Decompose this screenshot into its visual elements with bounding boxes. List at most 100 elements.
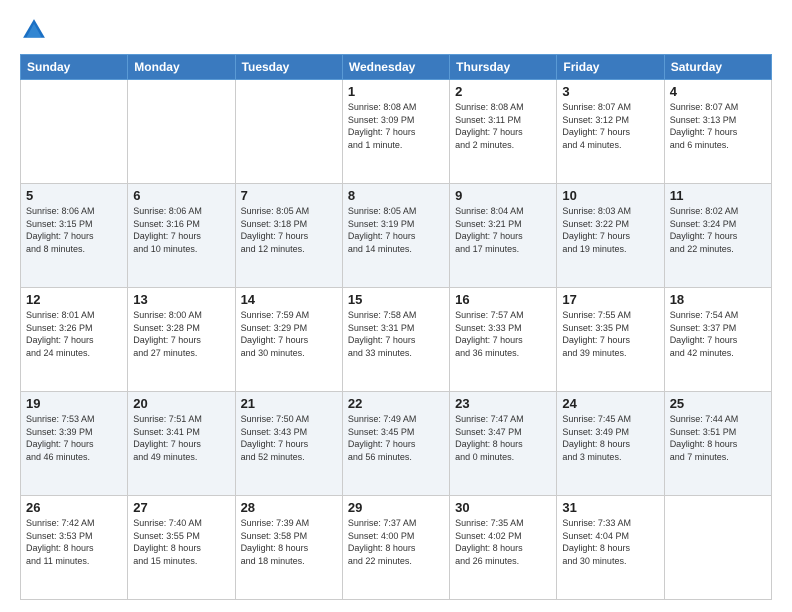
day-number: 29 xyxy=(348,500,444,515)
day-info: Sunrise: 7:55 AM Sunset: 3:35 PM Dayligh… xyxy=(562,309,658,359)
header-cell-monday: Monday xyxy=(128,55,235,80)
day-number: 13 xyxy=(133,292,229,307)
header xyxy=(20,16,772,44)
day-number: 11 xyxy=(670,188,766,203)
day-info: Sunrise: 7:53 AM Sunset: 3:39 PM Dayligh… xyxy=(26,413,122,463)
day-info: Sunrise: 8:06 AM Sunset: 3:16 PM Dayligh… xyxy=(133,205,229,255)
day-info: Sunrise: 7:59 AM Sunset: 3:29 PM Dayligh… xyxy=(241,309,337,359)
header-cell-tuesday: Tuesday xyxy=(235,55,342,80)
day-number: 26 xyxy=(26,500,122,515)
day-info: Sunrise: 8:04 AM Sunset: 3:21 PM Dayligh… xyxy=(455,205,551,255)
day-info: Sunrise: 7:45 AM Sunset: 3:49 PM Dayligh… xyxy=(562,413,658,463)
day-number: 22 xyxy=(348,396,444,411)
calendar-table: SundayMondayTuesdayWednesdayThursdayFrid… xyxy=(20,54,772,600)
day-cell-9: 9 Sunrise: 8:04 AM Sunset: 3:21 PM Daylig… xyxy=(450,184,557,288)
day-cell-5: 5 Sunrise: 8:06 AM Sunset: 3:15 PM Daylig… xyxy=(21,184,128,288)
day-cell-16: 16Sunrise: 7:57 AM Sunset: 3:33 PM Dayli… xyxy=(450,288,557,392)
empty-cell xyxy=(21,80,128,184)
day-info: Sunrise: 7:44 AM Sunset: 3:51 PM Dayligh… xyxy=(670,413,766,463)
page: SundayMondayTuesdayWednesdayThursdayFrid… xyxy=(0,0,792,612)
week-row-4: 19 Sunrise: 7:53 AM Sunset: 3:39 PM Dayli… xyxy=(21,392,772,496)
week-row-2: 5 Sunrise: 8:06 AM Sunset: 3:15 PM Daylig… xyxy=(21,184,772,288)
day-info: Sunrise: 8:06 AM Sunset: 3:15 PM Dayligh… xyxy=(26,205,122,255)
week-row-3: 12 Sunrise: 8:01 AM Sunset: 3:26 PM Dayli… xyxy=(21,288,772,392)
day-info: Sunrise: 7:39 AM Sunset: 3:58 PM Dayligh… xyxy=(241,517,337,567)
day-cell-27: 27 Sunrise: 7:40 AM Sunset: 3:55 PM Dayli… xyxy=(128,496,235,600)
day-info: Sunrise: 8:08 AM Sunset: 3:09 PM Dayligh… xyxy=(348,101,444,151)
day-info: Sunrise: 8:07 AM Sunset: 3:12 PM Dayligh… xyxy=(562,101,658,151)
day-info: Sunrise: 7:35 AM Sunset: 4:02 PM Dayligh… xyxy=(455,517,551,567)
empty-cell xyxy=(664,496,771,600)
day-cell-15: 15Sunrise: 7:58 AM Sunset: 3:31 PM Dayli… xyxy=(342,288,449,392)
day-cell-3: 3Sunrise: 8:07 AM Sunset: 3:12 PM Daylig… xyxy=(557,80,664,184)
day-number: 28 xyxy=(241,500,337,515)
header-cell-wednesday: Wednesday xyxy=(342,55,449,80)
day-number: 27 xyxy=(133,500,229,515)
day-cell-21: 21Sunrise: 7:50 AM Sunset: 3:43 PM Dayli… xyxy=(235,392,342,496)
logo xyxy=(20,16,52,44)
day-number: 18 xyxy=(670,292,766,307)
day-number: 17 xyxy=(562,292,658,307)
day-cell-10: 10Sunrise: 8:03 AM Sunset: 3:22 PM Dayli… xyxy=(557,184,664,288)
day-number: 1 xyxy=(348,84,444,99)
day-cell-2: 2 Sunrise: 8:08 AM Sunset: 3:11 PM Daylig… xyxy=(450,80,557,184)
day-number: 23 xyxy=(455,396,551,411)
day-number: 9 xyxy=(455,188,551,203)
header-cell-saturday: Saturday xyxy=(664,55,771,80)
empty-cell xyxy=(235,80,342,184)
day-info: Sunrise: 7:49 AM Sunset: 3:45 PM Dayligh… xyxy=(348,413,444,463)
day-cell-26: 26 Sunrise: 7:42 AM Sunset: 3:53 PM Dayli… xyxy=(21,496,128,600)
header-row: SundayMondayTuesdayWednesdayThursdayFrid… xyxy=(21,55,772,80)
day-cell-23: 23 Sunrise: 7:47 AM Sunset: 3:47 PM Dayli… xyxy=(450,392,557,496)
day-number: 24 xyxy=(562,396,658,411)
day-number: 8 xyxy=(348,188,444,203)
day-number: 25 xyxy=(670,396,766,411)
day-number: 12 xyxy=(26,292,122,307)
day-cell-8: 8 Sunrise: 8:05 AM Sunset: 3:19 PM Daylig… xyxy=(342,184,449,288)
day-info: Sunrise: 8:00 AM Sunset: 3:28 PM Dayligh… xyxy=(133,309,229,359)
day-number: 14 xyxy=(241,292,337,307)
day-info: Sunrise: 7:40 AM Sunset: 3:55 PM Dayligh… xyxy=(133,517,229,567)
day-number: 21 xyxy=(241,396,337,411)
calendar-body: 1 Sunrise: 8:08 AM Sunset: 3:09 PM Daylig… xyxy=(21,80,772,600)
day-cell-30: 30Sunrise: 7:35 AM Sunset: 4:02 PM Dayli… xyxy=(450,496,557,600)
day-info: Sunrise: 8:05 AM Sunset: 3:19 PM Dayligh… xyxy=(348,205,444,255)
day-info: Sunrise: 8:08 AM Sunset: 3:11 PM Dayligh… xyxy=(455,101,551,151)
header-cell-thursday: Thursday xyxy=(450,55,557,80)
day-number: 19 xyxy=(26,396,122,411)
day-cell-18: 18 Sunrise: 7:54 AM Sunset: 3:37 PM Dayli… xyxy=(664,288,771,392)
week-row-1: 1 Sunrise: 8:08 AM Sunset: 3:09 PM Daylig… xyxy=(21,80,772,184)
day-number: 6 xyxy=(133,188,229,203)
day-info: Sunrise: 7:33 AM Sunset: 4:04 PM Dayligh… xyxy=(562,517,658,567)
day-cell-19: 19 Sunrise: 7:53 AM Sunset: 3:39 PM Dayli… xyxy=(21,392,128,496)
day-cell-24: 24 Sunrise: 7:45 AM Sunset: 3:49 PM Dayli… xyxy=(557,392,664,496)
day-info: Sunrise: 7:37 AM Sunset: 4:00 PM Dayligh… xyxy=(348,517,444,567)
empty-cell xyxy=(128,80,235,184)
day-number: 4 xyxy=(670,84,766,99)
logo-icon xyxy=(20,16,48,44)
header-cell-sunday: Sunday xyxy=(21,55,128,80)
day-number: 2 xyxy=(455,84,551,99)
day-cell-14: 14 Sunrise: 7:59 AM Sunset: 3:29 PM Dayli… xyxy=(235,288,342,392)
day-cell-22: 22 Sunrise: 7:49 AM Sunset: 3:45 PM Dayli… xyxy=(342,392,449,496)
day-cell-31: 31 Sunrise: 7:33 AM Sunset: 4:04 PM Dayli… xyxy=(557,496,664,600)
day-cell-13: 13 Sunrise: 8:00 AM Sunset: 3:28 PM Dayli… xyxy=(128,288,235,392)
calendar-header: SundayMondayTuesdayWednesdayThursdayFrid… xyxy=(21,55,772,80)
day-cell-20: 20Sunrise: 7:51 AM Sunset: 3:41 PM Dayli… xyxy=(128,392,235,496)
day-number: 31 xyxy=(562,500,658,515)
day-info: Sunrise: 7:42 AM Sunset: 3:53 PM Dayligh… xyxy=(26,517,122,567)
day-number: 16 xyxy=(455,292,551,307)
day-info: Sunrise: 8:01 AM Sunset: 3:26 PM Dayligh… xyxy=(26,309,122,359)
day-cell-29: 29 Sunrise: 7:37 AM Sunset: 4:00 PM Dayli… xyxy=(342,496,449,600)
day-cell-25: 25 Sunrise: 7:44 AM Sunset: 3:51 PM Dayli… xyxy=(664,392,771,496)
day-number: 20 xyxy=(133,396,229,411)
week-row-5: 26 Sunrise: 7:42 AM Sunset: 3:53 PM Dayli… xyxy=(21,496,772,600)
day-info: Sunrise: 7:54 AM Sunset: 3:37 PM Dayligh… xyxy=(670,309,766,359)
day-info: Sunrise: 8:03 AM Sunset: 3:22 PM Dayligh… xyxy=(562,205,658,255)
day-cell-1: 1 Sunrise: 8:08 AM Sunset: 3:09 PM Daylig… xyxy=(342,80,449,184)
header-cell-friday: Friday xyxy=(557,55,664,80)
day-info: Sunrise: 7:47 AM Sunset: 3:47 PM Dayligh… xyxy=(455,413,551,463)
day-number: 5 xyxy=(26,188,122,203)
day-info: Sunrise: 8:05 AM Sunset: 3:18 PM Dayligh… xyxy=(241,205,337,255)
day-number: 15 xyxy=(348,292,444,307)
